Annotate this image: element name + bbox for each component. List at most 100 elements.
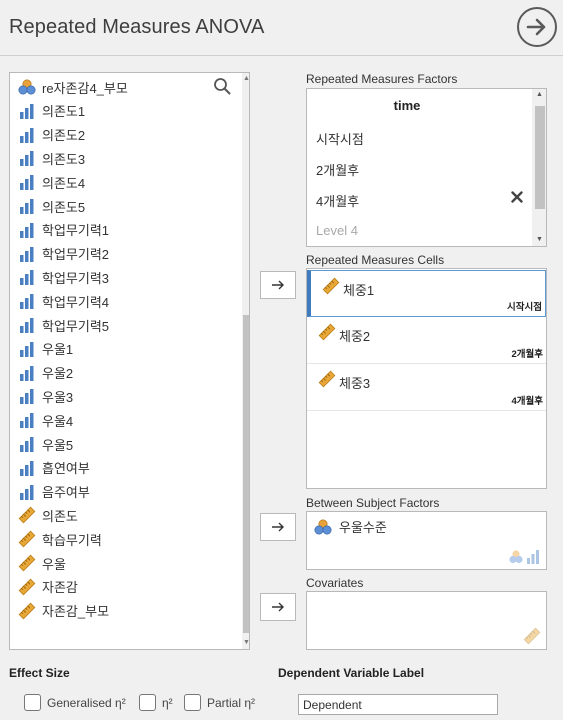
variable-label: 학업무기력3	[42, 270, 110, 286]
variable-list-item[interactable]: 우울	[10, 551, 66, 575]
variable-list-item[interactable]: 의존도4	[10, 170, 85, 194]
checkbox-label: Partial η²	[207, 695, 256, 710]
ordinal-bars-icon	[16, 340, 38, 358]
factor-level[interactable]: 4개월후	[316, 191, 359, 210]
nominal-icon	[314, 519, 332, 534]
variable-label: 음주여부	[42, 485, 90, 501]
variable-label: 자존감_부모	[42, 604, 110, 620]
arrow-right-icon	[272, 602, 284, 612]
ruler-icon	[318, 370, 336, 388]
variable-list-item[interactable]: 우울4	[10, 408, 73, 432]
run-analysis-button[interactable]	[517, 7, 557, 47]
search-icon[interactable]	[213, 77, 231, 95]
variable-list-item[interactable]: 학업무기력3	[10, 265, 109, 289]
variable-list-item[interactable]: 우울2	[10, 361, 73, 385]
variable-list-item[interactable]: 학업무기력4	[10, 289, 109, 313]
variable-label: 의존도2	[42, 128, 86, 144]
variable-list-item[interactable]: 음주여부	[10, 480, 90, 504]
dv-label-heading: Dependent Variable Label	[278, 666, 425, 680]
factor-name[interactable]: time	[307, 98, 507, 113]
variable-label: 우울3	[42, 389, 74, 405]
ordinal-bars-icon	[16, 102, 38, 120]
eta-squared-checkbox[interactable]: η²	[139, 694, 173, 711]
variable-label: 의존도	[42, 508, 78, 524]
variable-list-item[interactable]: 학습무기력	[10, 527, 102, 551]
ruler-icon	[16, 530, 38, 548]
variable-list-item[interactable]: 의존도2	[10, 123, 85, 147]
rm-factors-scrollbar[interactable]: ▲ ▼	[532, 89, 546, 246]
rm-factors-box[interactable]: time 시작시점 2개월후 4개월후 Level 4 ▲ ▼	[306, 88, 547, 247]
partial-eta-checkbox[interactable]: Partial η²	[184, 694, 255, 711]
ruler-icon	[16, 506, 38, 524]
between-label: Between Subject Factors	[306, 496, 440, 510]
variable-label: 의존도1	[42, 104, 86, 120]
nominal-icon	[16, 78, 38, 96]
checkbox-box[interactable]	[139, 694, 156, 711]
variable-list-item[interactable]: 의존도1	[10, 99, 85, 123]
rm-cell-level: 4개월후	[511, 396, 543, 407]
variable-list-item[interactable]: re자존감4_부모	[10, 75, 128, 99]
variable-list-item[interactable]: 의존도3	[10, 146, 85, 170]
ordinal-bars-icon	[16, 459, 38, 477]
scrollbar-thumb[interactable]	[535, 106, 545, 209]
generalised-eta-checkbox[interactable]: Generalised η²	[24, 694, 126, 711]
arrow-right-icon	[526, 18, 546, 36]
variable-list-item[interactable]: 자존감_부모	[10, 599, 109, 623]
close-icon[interactable]	[511, 191, 523, 203]
factor-level-placeholder[interactable]: Level 4	[316, 223, 358, 238]
scroll-up-icon[interactable]: ▲	[532, 89, 546, 101]
variable-list-item[interactable]: 의존도	[10, 503, 78, 527]
rm-cell-variable: 체중2	[339, 329, 371, 344]
rm-cells-box[interactable]: 체중1 시작시점 체중2 2개월후 체중3 4개월후	[306, 268, 547, 489]
ruler-icon	[16, 602, 38, 620]
variable-label: 우울5	[42, 437, 74, 453]
factor-level[interactable]: 2개월후	[316, 160, 359, 179]
ordinal-bars-icon	[16, 316, 38, 334]
ordinal-bars-icon	[16, 435, 38, 453]
variable-label: 우울4	[42, 413, 74, 429]
variable-list-item[interactable]: 의존도5	[10, 194, 85, 218]
move-to-between-button[interactable]	[260, 513, 296, 541]
variable-list-item[interactable]: 우울1	[10, 337, 73, 361]
variable-list[interactable]: 자존감_부모 자존감 우울 학습무기력 의존도 음주여부 흡연여부 우울5 우울4 우울3 우울2 우…	[9, 72, 250, 650]
between-item[interactable]: 우울수준	[313, 517, 387, 536]
ruler-icon	[322, 277, 340, 295]
variable-label: 자존감	[42, 580, 78, 596]
scroll-up-icon[interactable]: ▲	[242, 74, 249, 84]
ruler-icon	[318, 323, 336, 341]
move-to-rm-cells-button[interactable]	[260, 271, 296, 299]
header-bar: Repeated Measures ANOVA	[0, 0, 563, 56]
variable-list-item[interactable]: 자존감	[10, 575, 78, 599]
page-title: Repeated Measures ANOVA	[9, 16, 265, 38]
variable-list-scrollbar[interactable]: ▲ ▼	[242, 73, 249, 649]
rm-cell[interactable]: 체중2 2개월후	[307, 317, 546, 364]
variable-list-item[interactable]: 학업무기력1	[10, 218, 109, 242]
variable-label: 학업무기력1	[42, 223, 110, 239]
variable-label: re자존감4_부모	[42, 80, 128, 96]
ordinal-bars-icon	[16, 149, 38, 167]
move-to-covariates-button[interactable]	[260, 593, 296, 621]
dv-label-input[interactable]	[298, 694, 498, 715]
arrow-right-icon	[272, 522, 284, 532]
scroll-down-icon[interactable]: ▼	[532, 234, 546, 246]
effect-size-heading: Effect Size	[9, 666, 70, 680]
scroll-down-icon[interactable]: ▼	[242, 638, 249, 648]
rm-cell[interactable]: 체중3 4개월후	[307, 364, 546, 411]
ordinal-bars-icon	[16, 387, 38, 405]
variable-list-item[interactable]: 학업무기력2	[10, 242, 109, 266]
rm-cell[interactable]: 체중1 시작시점	[307, 270, 546, 317]
between-box[interactable]: 우울수준	[306, 511, 547, 570]
checkbox-box[interactable]	[24, 694, 41, 711]
checkbox-box[interactable]	[184, 694, 201, 711]
variable-list-item[interactable]: 흡연여부	[10, 456, 90, 480]
variable-list-item[interactable]: 우울5	[10, 432, 73, 456]
scrollbar-thumb[interactable]	[243, 315, 249, 633]
factor-level[interactable]: 시작시점	[316, 129, 364, 148]
covariates-box[interactable]	[306, 591, 547, 650]
nominal-ordinal-icon	[509, 550, 539, 564]
variable-list-item[interactable]: 우울3	[10, 384, 73, 408]
ruler-icon	[523, 627, 541, 645]
variable-list-item[interactable]: 학업무기력5	[10, 313, 109, 337]
variable-label: 의존도4	[42, 175, 86, 191]
rm-cell-level: 시작시점	[507, 302, 542, 313]
